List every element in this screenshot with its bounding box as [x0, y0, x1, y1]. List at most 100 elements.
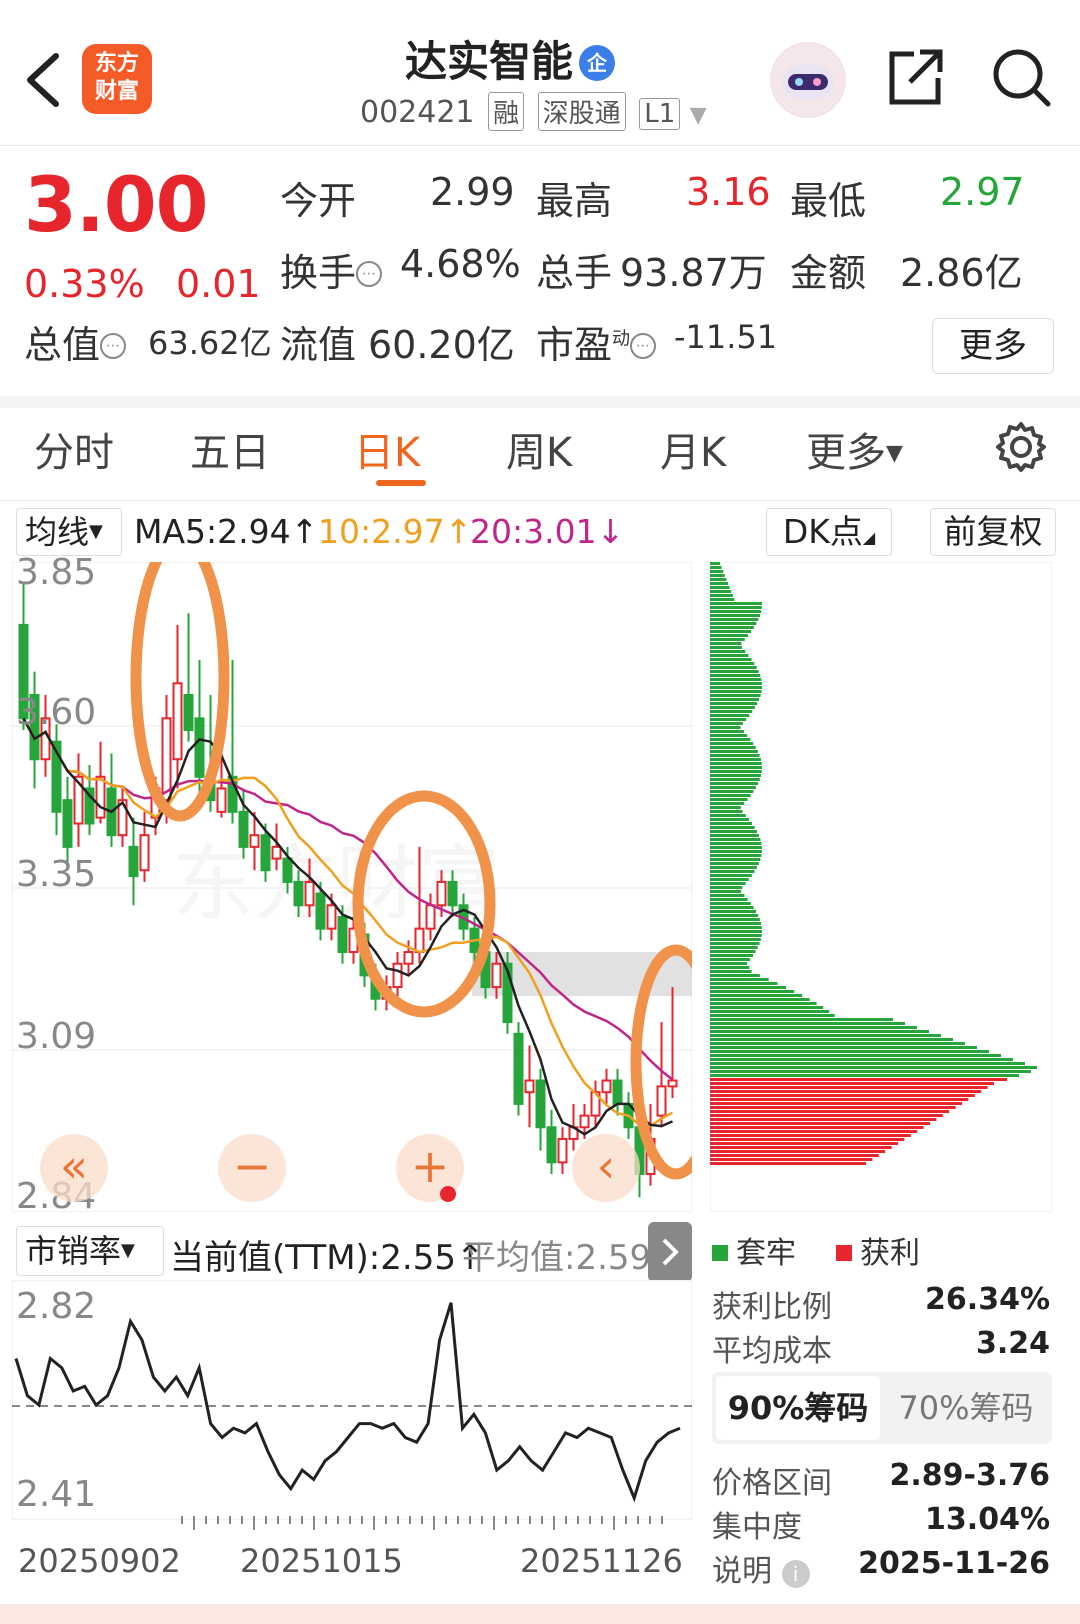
candle-body	[403, 951, 414, 965]
chip-bar	[710, 806, 741, 809]
chip-bar	[710, 1066, 1037, 1069]
scroll-left-button[interactable]: ‹	[572, 1134, 640, 1202]
range-value: 2.89-3.76	[889, 1458, 1051, 1493]
chip-bar	[710, 894, 745, 897]
candle-body	[260, 834, 271, 872]
chip-bar	[710, 1110, 950, 1113]
chip-bar	[710, 1010, 830, 1013]
candle-body	[491, 962, 502, 989]
chip-bar	[710, 854, 762, 857]
chip-bar	[710, 986, 787, 989]
ma10-readout: 10:2.97↑	[318, 512, 473, 551]
note-label[interactable]: 说明 i	[712, 1546, 810, 1590]
tab-five-day[interactable]: 五日	[190, 420, 270, 478]
tab-intraday[interactable]: 分时	[34, 420, 114, 478]
indicator-select[interactable]: 均线▼	[16, 508, 122, 556]
candle-body	[601, 1079, 612, 1094]
candle-body	[414, 927, 425, 954]
app-logo[interactable]: 东方 财富	[82, 44, 152, 114]
chip-bar	[710, 794, 751, 797]
chip-bar	[710, 562, 720, 565]
candle-body	[326, 904, 337, 930]
chevron-right-icon[interactable]	[648, 1222, 692, 1282]
chip-bar	[710, 1014, 835, 1017]
chip-bar	[710, 822, 752, 825]
search-icon[interactable]	[990, 46, 1052, 108]
price-axis-label: 3.35	[16, 854, 97, 895]
tab-daily-k[interactable]: 日K	[354, 420, 420, 478]
concentration-label: 集中度	[712, 1510, 802, 1545]
low-label: 最低	[790, 179, 867, 223]
candle-body	[315, 892, 326, 930]
chip-bar	[710, 966, 750, 969]
stock-code-bar[interactable]: 002421 融 深股通 L1 ▼	[360, 92, 707, 131]
date-ticks	[181, 1516, 663, 1530]
note-date: 2025-11-26	[858, 1546, 1050, 1581]
chip-bar	[710, 642, 742, 645]
chip-bar	[710, 1074, 1019, 1077]
candle-body	[161, 717, 172, 802]
chip-bar	[710, 1022, 905, 1025]
chip-bar	[710, 1070, 1031, 1073]
chip-bar	[710, 1118, 937, 1121]
candle-body	[249, 834, 260, 848]
chip-distribution-chart[interactable]	[710, 562, 1052, 1212]
candle-body	[337, 915, 348, 954]
tab-monthly-k[interactable]: 月K	[660, 420, 726, 478]
chip-bar	[710, 814, 746, 817]
turnover-value: 4.68%	[400, 242, 521, 286]
open-value: 2.99	[430, 170, 515, 214]
chip-bar	[710, 630, 752, 633]
chip-bar	[710, 658, 752, 661]
chip-bar	[710, 786, 756, 789]
scroll-left-fast-button[interactable]: «	[40, 1134, 108, 1202]
chip-bar	[710, 566, 722, 569]
price-axis-label: 3.85	[16, 552, 97, 593]
kline-chart[interactable]: 东方财富	[12, 562, 692, 1212]
share-icon[interactable]	[886, 46, 946, 108]
legend-profit: 获利	[836, 1228, 920, 1272]
chip-bar	[710, 710, 753, 713]
settings-gear-icon[interactable]	[994, 420, 1048, 474]
ai-assistant-icon[interactable]	[770, 42, 846, 118]
chip-bar	[710, 938, 761, 941]
info-icon[interactable]: ⋯	[630, 333, 657, 359]
tab-chip-70[interactable]: 70%筹码	[884, 1376, 1048, 1440]
chip-bar	[710, 610, 762, 613]
mktcap-value: 63.62亿	[148, 324, 272, 362]
sub-indicator-select[interactable]: 市销率▼	[16, 1226, 164, 1276]
profit-ratio-label: 获利比例	[712, 1290, 832, 1325]
chip-bar	[710, 838, 761, 841]
tab-more[interactable]: 更多▼	[806, 420, 903, 478]
chip-bar	[710, 926, 762, 929]
change-percent: 0.33%	[24, 262, 145, 306]
chip-bar	[710, 858, 761, 861]
adjust-button[interactable]: 前复权	[930, 508, 1056, 556]
chip-bar	[710, 1030, 929, 1033]
candle-body	[579, 1114, 590, 1129]
amount-value: 2.86亿	[900, 251, 1023, 295]
info-icon[interactable]: ⋯	[356, 261, 383, 287]
dk-point-button[interactable]: DK点◢	[766, 508, 892, 556]
turnover-label: 换手 ⋯	[280, 242, 383, 297]
chip-bar	[710, 994, 803, 997]
chip-bar	[710, 1106, 956, 1109]
chip-bar	[710, 1034, 941, 1037]
stock-name: 达实智能	[404, 37, 573, 86]
chip-bar	[710, 1046, 977, 1049]
stock-code: 002421	[360, 95, 475, 130]
info-icon[interactable]: ⋯	[100, 333, 127, 359]
candle-body	[513, 1032, 524, 1105]
candle-body	[282, 857, 293, 883]
chip-bar	[710, 770, 762, 773]
chip-bar	[710, 594, 733, 597]
tab-weekly-k[interactable]: 周K	[506, 420, 572, 478]
more-quote-button[interactable]: 更多	[932, 318, 1054, 374]
zoom-out-button[interactable]: −	[218, 1134, 286, 1202]
candle-body	[392, 962, 403, 989]
avg-cost-value: 3.24	[975, 1326, 1050, 1361]
ps-ratio-chart[interactable]	[12, 1280, 692, 1520]
tab-chip-90[interactable]: 90%筹码	[716, 1376, 880, 1440]
chip-bar	[710, 1090, 982, 1093]
back-arrow-icon[interactable]	[22, 50, 62, 110]
